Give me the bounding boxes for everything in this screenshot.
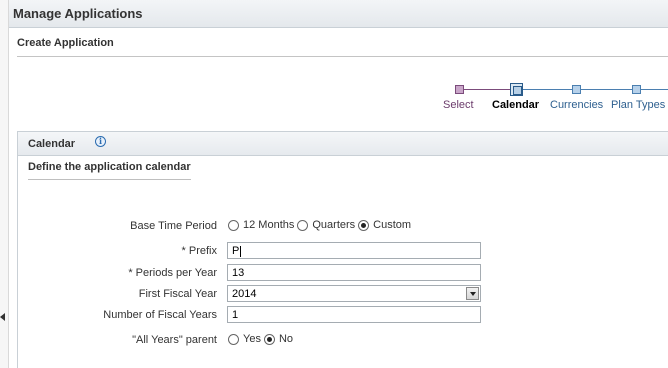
train-step-calendar: Calendar: [492, 99, 540, 111]
train-connector: [459, 89, 516, 90]
radio-no-label[interactable]: No: [279, 333, 293, 345]
text-caret: [240, 245, 242, 257]
collapse-handle-icon[interactable]: [0, 313, 5, 321]
page-title: Manage Applications: [13, 6, 143, 21]
radio-custom[interactable]: [358, 219, 370, 231]
radio-quarters[interactable]: [297, 219, 309, 231]
all-years-parent-label: "All Years" parent: [132, 334, 217, 346]
prefix-value: P: [232, 245, 240, 257]
train-step-select-icon[interactable]: [455, 85, 464, 94]
radio-option-quarters[interactable]: Quarters: [297, 219, 355, 231]
train-connector: [523, 89, 572, 90]
periods-per-year-label: * Periods per Year: [128, 267, 217, 279]
calendar-panel-header: Calendar i: [18, 132, 668, 156]
radio-option-12-months[interactable]: 12 Months: [228, 219, 294, 231]
number-of-fiscal-years-input[interactable]: 1: [227, 306, 481, 323]
periods-per-year-row: * Periods per Year 13: [18, 263, 668, 283]
number-of-fiscal-years-row: Number of Fiscal Years 1: [18, 305, 668, 325]
train-step-plan-types[interactable]: Plan Types: [611, 99, 665, 111]
number-of-fiscal-years-value: 1: [232, 309, 239, 321]
page-header: Manage Applications: [9, 0, 668, 28]
info-icon[interactable]: i: [95, 136, 106, 147]
radio-option-yes[interactable]: Yes: [228, 333, 261, 345]
sub-page-title: Create Application: [17, 37, 114, 49]
train-step-currencies[interactable]: Currencies: [550, 99, 603, 111]
prefix-row: * Prefix P: [18, 241, 668, 261]
train-step-plan-types-icon[interactable]: [632, 85, 641, 94]
prefix-input[interactable]: P: [227, 242, 481, 259]
section-title: Define the application calendar: [28, 161, 191, 180]
radio-12-months[interactable]: [228, 219, 239, 231]
all-years-parent-row: "All Years" parent Yes No: [18, 330, 668, 350]
calendar-panel-title: Calendar: [28, 138, 76, 150]
base-time-period-label: Base Time Period: [130, 220, 217, 232]
chevron-down-icon[interactable]: [466, 287, 479, 300]
manage-applications-page: Manage Applications Create Application S…: [0, 0, 668, 368]
sub-header: Create Application: [9, 28, 668, 58]
first-fiscal-year-value: 2014: [232, 288, 257, 300]
first-fiscal-year-label: First Fiscal Year: [138, 288, 217, 300]
radio-yes-label[interactable]: Yes: [243, 333, 261, 345]
train-step-select[interactable]: Select: [443, 99, 474, 111]
divider: [17, 56, 668, 57]
number-of-fiscal-years-label: Number of Fiscal Years: [103, 309, 217, 321]
radio-option-no[interactable]: No: [263, 333, 293, 345]
wizard-train: Select Calendar Currencies Plan Types: [440, 83, 668, 123]
radio-quarters-label[interactable]: Quarters: [312, 219, 355, 231]
first-fiscal-year-select[interactable]: 2014: [227, 285, 481, 302]
left-gutter: [0, 0, 9, 368]
radio-12-months-label[interactable]: 12 Months: [243, 219, 294, 231]
radio-yes[interactable]: [228, 333, 239, 345]
periods-per-year-value: 13: [232, 267, 245, 279]
train-connector: [580, 89, 632, 90]
radio-option-custom[interactable]: Custom: [358, 219, 411, 231]
radio-no[interactable]: [263, 333, 275, 345]
train-step-calendar-icon: [510, 83, 523, 96]
periods-per-year-input[interactable]: 13: [227, 264, 481, 281]
calendar-panel: Calendar i Define the application calend…: [17, 131, 668, 368]
radio-custom-label[interactable]: Custom: [373, 219, 411, 231]
train-connector: [638, 89, 668, 90]
train-step-currencies-icon[interactable]: [572, 85, 581, 94]
base-time-period-row: Base Time Period 12 Months Quarters Cust…: [18, 216, 668, 236]
base-time-period-radio-group: 12 Months Quarters Custom: [228, 219, 414, 231]
first-fiscal-year-row: First Fiscal Year 2014: [18, 284, 668, 304]
all-years-parent-radio-group: Yes No: [228, 333, 296, 345]
prefix-label: * Prefix: [181, 245, 217, 257]
